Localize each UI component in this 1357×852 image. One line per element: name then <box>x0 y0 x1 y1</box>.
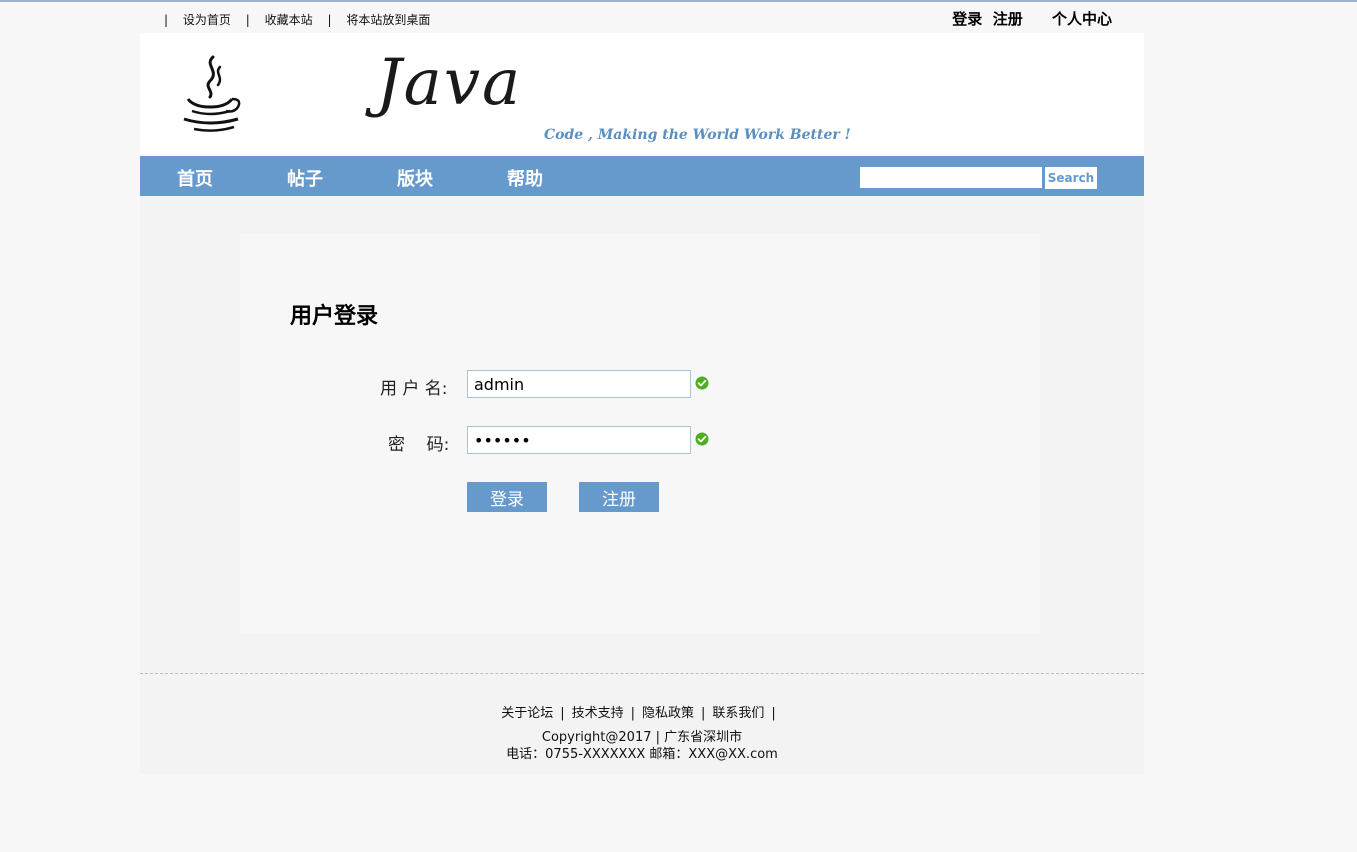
footer-links: 关于论坛 | 技术支持 | 隐私政策 | 联系我们 | <box>140 702 1144 721</box>
footer-link-support[interactable]: 技术支持 <box>572 706 624 721</box>
username-label: 用 户 名: <box>380 379 448 399</box>
top-separator: | <box>245 13 250 27</box>
footer-separator: | <box>560 706 565 721</box>
main-content: 用户登录 用 户 名: 密 码: 登录 注册 <box>140 196 1144 673</box>
register-link[interactable]: 注册 <box>993 10 1023 28</box>
login-button[interactable]: 登录 <box>467 482 547 512</box>
contact-text: 电话：0755-XXXXXXX 邮箱：XXX@XX.com <box>506 747 778 762</box>
set-homepage-link[interactable]: 设为首页 <box>183 13 231 27</box>
search-input[interactable] <box>860 167 1042 188</box>
desktop-shortcut-link[interactable]: 将本站放到桌面 <box>346 13 430 27</box>
nav-boards[interactable]: 版块 <box>397 165 433 191</box>
top-separator: | <box>164 13 169 27</box>
nav-posts[interactable]: 帖子 <box>287 165 323 191</box>
footer-link-contact[interactable]: 联系我们 <box>712 706 764 721</box>
password-label: 密 码: <box>388 435 450 455</box>
footer-link-about[interactable]: 关于论坛 <box>501 706 553 721</box>
user-center-link[interactable]: 个人中心 <box>1052 10 1112 28</box>
footer: 关于论坛 | 技术支持 | 隐私政策 | 联系我们 | Copyright@2017 | 广东… <box>140 673 1144 774</box>
register-button[interactable]: 注册 <box>579 482 659 512</box>
top-separator: | <box>327 13 332 27</box>
search-button[interactable]: Search <box>1045 167 1097 189</box>
footer-separator: | <box>771 706 776 721</box>
login-panel: 用户登录 用 户 名: 密 码: 登录 注册 <box>240 234 1040 634</box>
password-field[interactable] <box>467 426 691 454</box>
top-links: | 设为首页 | 收藏本站 | 将本站放到桌面 <box>164 11 441 28</box>
check-circle-icon <box>695 376 709 390</box>
nav-help[interactable]: 帮助 <box>507 165 543 191</box>
username-field[interactable] <box>467 370 691 398</box>
check-circle-icon <box>695 432 709 446</box>
footer-separator: | <box>701 706 706 721</box>
java-logo-text: Java <box>376 46 523 120</box>
nav-home[interactable]: 首页 <box>177 165 213 191</box>
coffee-cup-icon <box>183 55 241 132</box>
main-nav: 首页 帖子 版块 帮助 Search <box>140 156 1144 196</box>
site-slogan: Code , Making the World Work Better ! <box>544 127 851 143</box>
footer-link-privacy[interactable]: 隐私政策 <box>642 706 694 721</box>
top-bar: | 设为首页 | 收藏本站 | 将本站放到桌面 登录 注册 个人中心 <box>140 2 1144 33</box>
site-banner: Java Code , Making the World Work Better… <box>140 33 1144 154</box>
login-title: 用户登录 <box>290 304 379 329</box>
bookmark-site-link[interactable]: 收藏本站 <box>265 13 313 27</box>
account-links: 登录 注册 个人中心 <box>952 8 1112 29</box>
login-link[interactable]: 登录 <box>952 10 982 28</box>
footer-separator: | <box>630 706 635 721</box>
